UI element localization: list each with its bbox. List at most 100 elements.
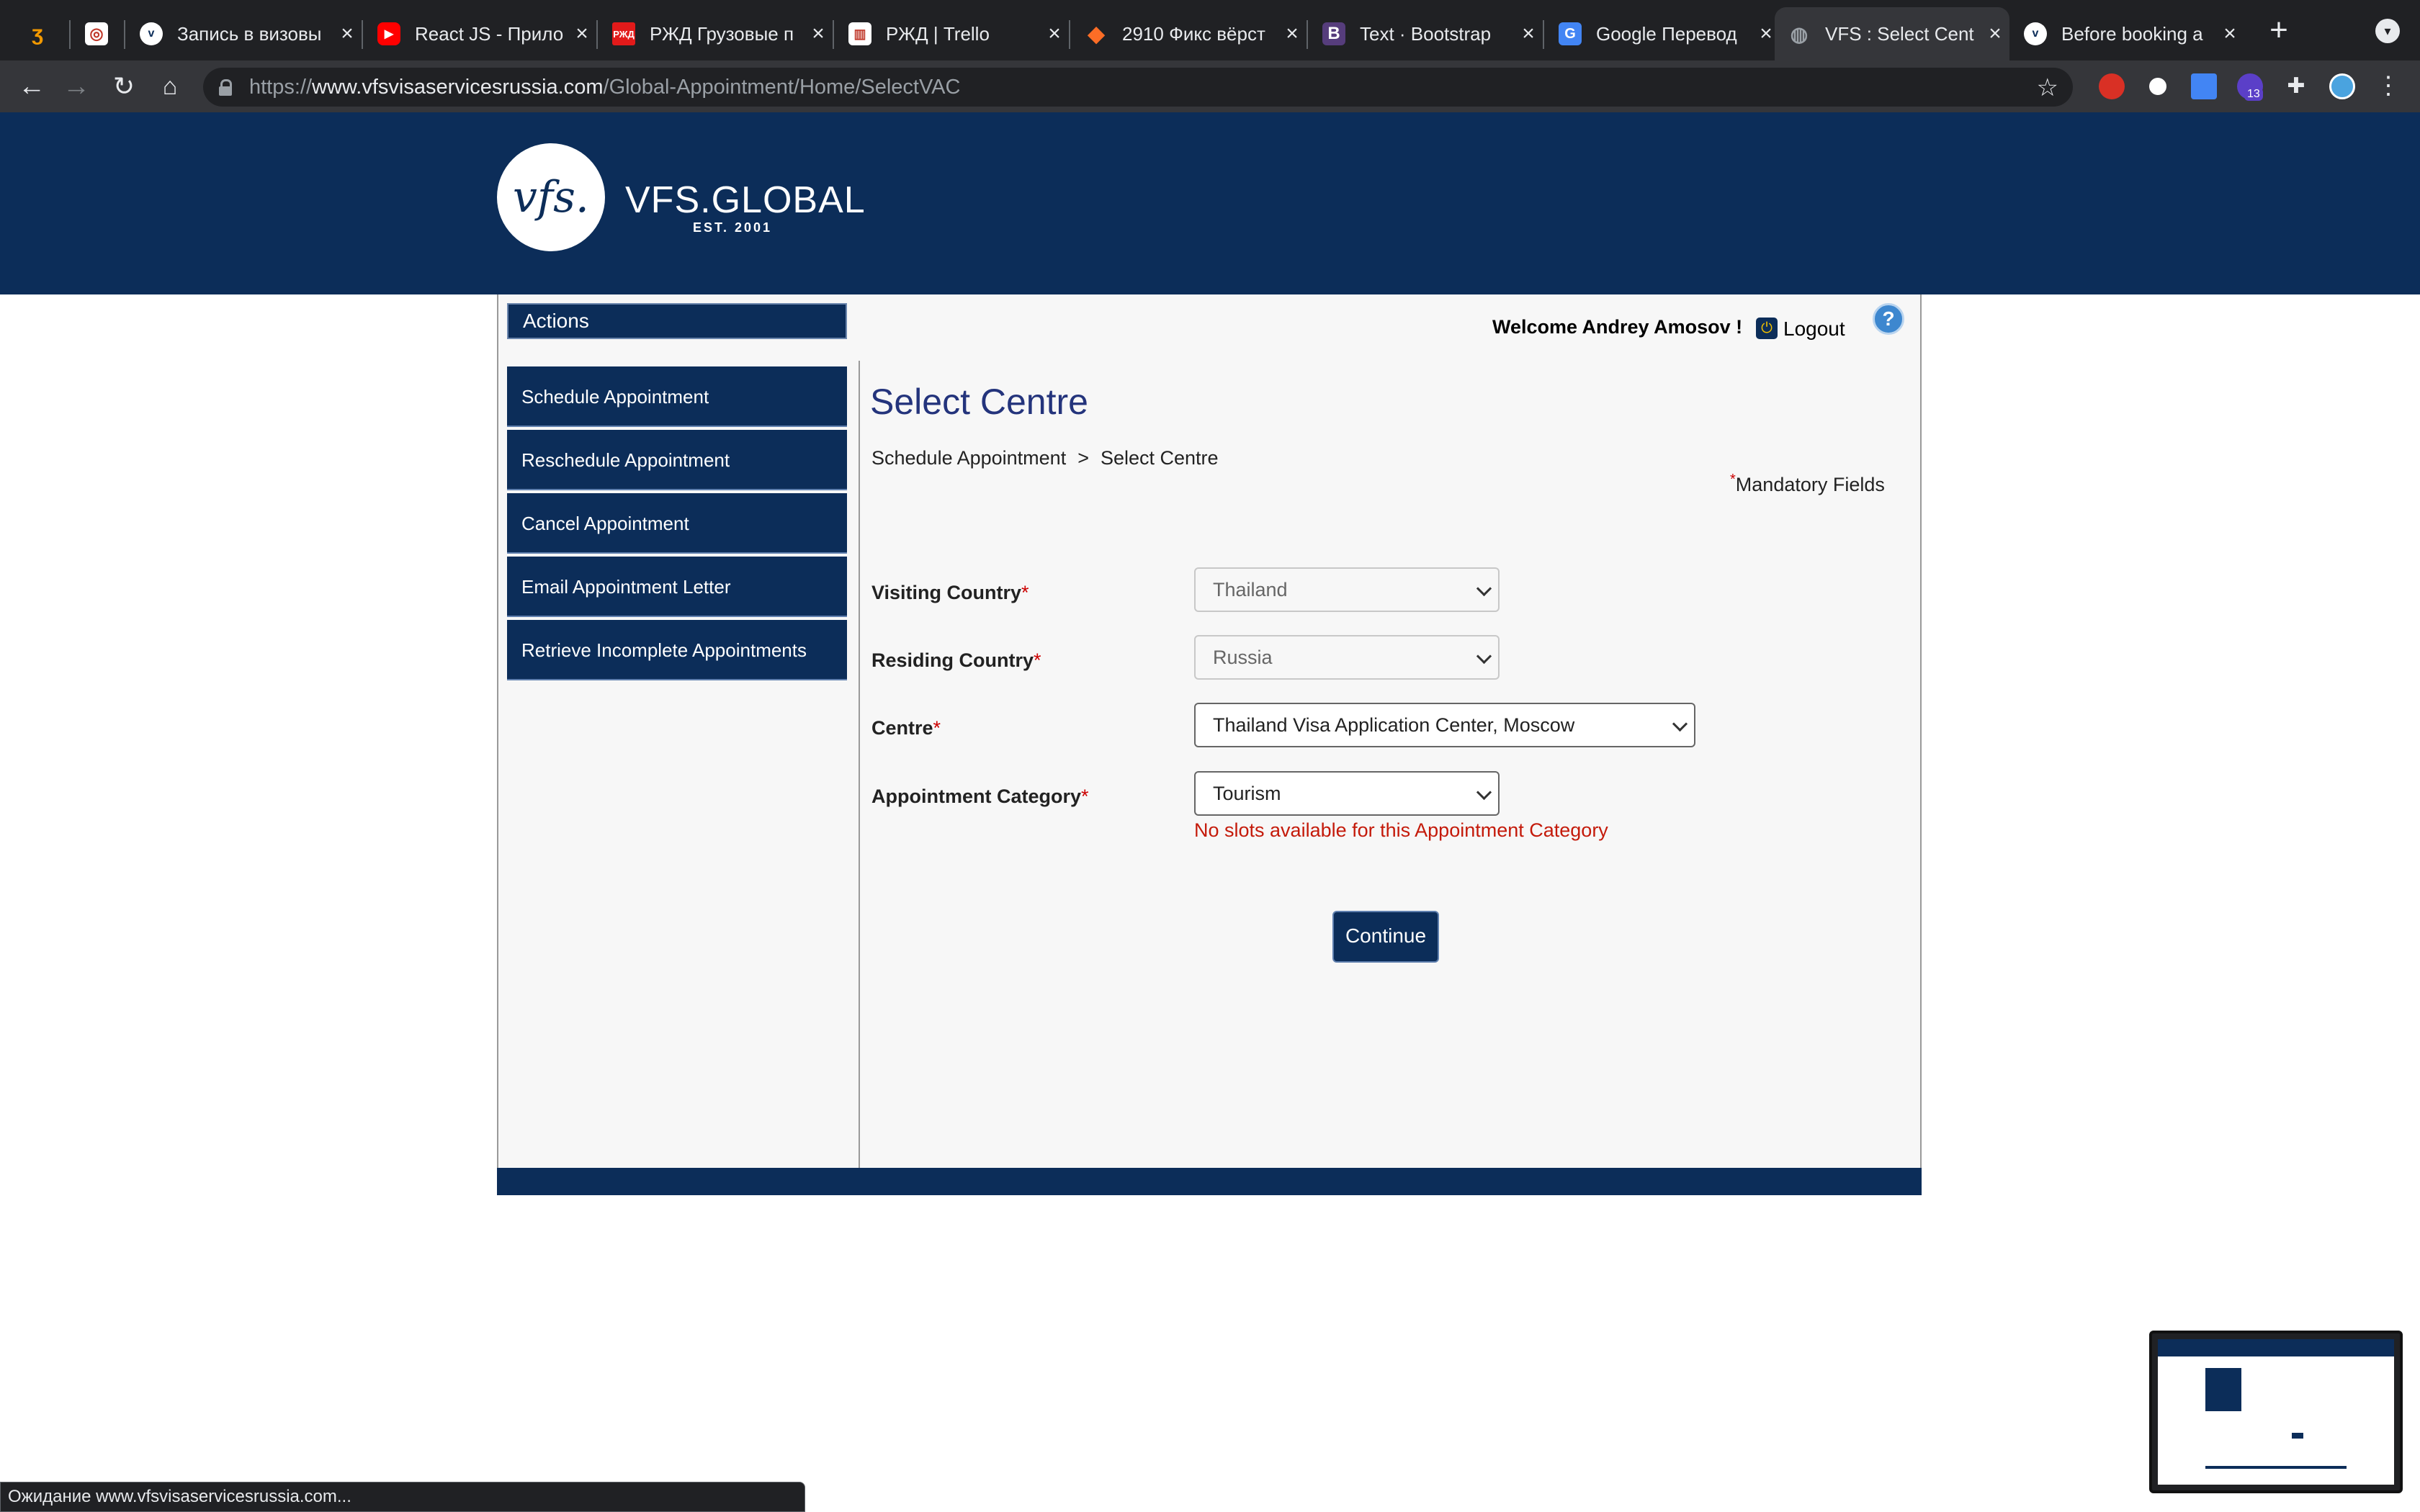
browser-tab[interactable]: РЖД РЖД Грузовые п × bbox=[599, 7, 833, 60]
tab-title: 2910 Фикс вёрст bbox=[1122, 22, 1265, 45]
browser-tab[interactable]: ◎ bbox=[72, 7, 122, 60]
bootstrap-icon: B bbox=[1322, 22, 1345, 45]
appointment-category-select[interactable]: Tourism bbox=[1194, 771, 1500, 816]
logo[interactable]: vfs. bbox=[497, 143, 605, 251]
browser-tab[interactable]: B Text · Bootstrap × bbox=[1309, 7, 1543, 60]
extension-badge-icon[interactable]: 13 bbox=[2237, 73, 2263, 101]
youtube-icon: ▶ bbox=[377, 22, 400, 45]
tab-title: Before booking a bbox=[2061, 22, 2203, 45]
close-icon[interactable]: × bbox=[333, 22, 362, 46]
close-icon[interactable]: × bbox=[1514, 22, 1543, 46]
tab-separator bbox=[362, 20, 363, 49]
footer-bar bbox=[497, 1168, 1922, 1195]
close-icon[interactable]: × bbox=[568, 22, 596, 46]
browser-tab[interactable]: ʒ bbox=[13, 7, 58, 60]
breadcrumb-item[interactable]: Schedule Appointment bbox=[871, 447, 1066, 469]
gitlab-icon: ◆ bbox=[1088, 22, 1105, 46]
continue-button[interactable]: Continue bbox=[1332, 911, 1439, 963]
puzzle-icon[interactable]: ✚ bbox=[2283, 73, 2309, 99]
browser-tab[interactable]: ▥ РЖД | Trello × bbox=[835, 7, 1069, 60]
home-icon[interactable]: ⌂ bbox=[153, 69, 187, 104]
screenshot-thumbnail[interactable] bbox=[2149, 1331, 2403, 1493]
browser-tab[interactable]: ◆ 2910 Фикс вёрст × bbox=[1072, 7, 1307, 60]
thumbnail-button bbox=[2292, 1433, 2303, 1439]
sidebar-item-retrieve-incomplete[interactable]: Retrieve Incomplete Appointments bbox=[507, 620, 847, 680]
back-icon[interactable]: ← bbox=[14, 69, 49, 104]
thumbnail-header bbox=[2158, 1339, 2394, 1356]
app-icon: ʒ bbox=[32, 22, 43, 45]
new-tab-button[interactable]: + bbox=[2259, 10, 2299, 50]
logo-est: EST. 2001 bbox=[693, 220, 773, 235]
app-icon-2: ◎ bbox=[85, 22, 108, 45]
trello-icon: ▥ bbox=[848, 22, 871, 45]
visiting-country-label: Visiting Country* bbox=[871, 582, 1029, 603]
tab-title: Text · Bootstrap bbox=[1360, 22, 1492, 45]
logout-link[interactable]: Logout bbox=[1783, 318, 1845, 341]
chevron-down-icon bbox=[1476, 648, 1492, 665]
centre-select[interactable]: Thailand Visa Application Center, Moscow bbox=[1194, 703, 1695, 747]
close-icon[interactable]: × bbox=[1278, 22, 1307, 46]
lock-icon bbox=[219, 79, 232, 96]
site-header: vfs. VFS.GLOBAL EST. 2001 bbox=[0, 112, 2420, 294]
url-text[interactable]: https://www.vfsvisaservicesrussia.com/Gl… bbox=[249, 76, 960, 99]
sidebar-item-cancel[interactable]: Cancel Appointment bbox=[507, 493, 847, 554]
extension-badge-count: 13 bbox=[2244, 88, 2263, 101]
google-translate-icon: G bbox=[1559, 22, 1582, 45]
sidebar-item-reschedule[interactable]: Reschedule Appointment bbox=[507, 430, 847, 490]
avatar[interactable] bbox=[2329, 73, 2355, 99]
browser-tab-active[interactable]: ◍ VFS : Select Cent × bbox=[1775, 7, 2009, 60]
tab-separator bbox=[1543, 20, 1544, 49]
browser-tab[interactable]: v Запись в визовы × bbox=[127, 7, 362, 60]
sidebar-item-email-letter[interactable]: Email Appointment Letter bbox=[507, 557, 847, 617]
forward-icon[interactable]: → bbox=[59, 69, 94, 104]
residing-country-select[interactable]: Russia bbox=[1194, 635, 1500, 680]
appointment-category-label: Appointment Category* bbox=[871, 786, 1089, 807]
bookmark-star-icon[interactable]: ☆ bbox=[2037, 73, 2058, 102]
no-slots-error: No slots available for this Appointment … bbox=[1194, 819, 1608, 841]
tab-title: РЖД | Trello bbox=[886, 22, 990, 45]
breadcrumb: Schedule Appointment > Select Centre bbox=[871, 447, 1219, 469]
divider bbox=[859, 361, 860, 1168]
reload-icon[interactable]: ↻ bbox=[107, 69, 141, 104]
content-frame: Actions Schedule Appointment Reschedule … bbox=[497, 294, 1922, 1168]
thumbnail-sidebar bbox=[2205, 1368, 2241, 1411]
browser-tab[interactable]: ▶ React JS - Прило × bbox=[364, 7, 596, 60]
welcome-text: Welcome Andrey Amosov ! bbox=[1492, 316, 1743, 338]
tab-separator bbox=[1307, 20, 1308, 49]
tab-separator bbox=[69, 20, 71, 49]
power-icon[interactable]: ⏻ bbox=[1756, 318, 1778, 339]
tab-title: РЖД Грузовые п bbox=[650, 22, 794, 45]
close-icon[interactable]: × bbox=[804, 22, 833, 46]
thumbnail-preview bbox=[2158, 1339, 2394, 1485]
close-icon[interactable]: × bbox=[1981, 22, 2009, 46]
sidebar-item-schedule[interactable]: Schedule Appointment bbox=[507, 366, 847, 427]
tab-title: Google Перевод bbox=[1596, 22, 1737, 45]
visiting-country-select[interactable]: Thailand bbox=[1194, 567, 1500, 612]
browser-tab[interactable]: v Before booking a × bbox=[2011, 7, 2244, 60]
extension-dark-icon[interactable] bbox=[2145, 73, 2171, 99]
tab-title: Запись в визовы bbox=[177, 22, 322, 45]
required-marker: * bbox=[1730, 472, 1736, 487]
tab-search-icon[interactable]: ▾ bbox=[2375, 19, 2400, 43]
tab-separator bbox=[1069, 20, 1070, 49]
centre-label: Centre* bbox=[871, 717, 941, 739]
menu-icon[interactable]: ⋮ bbox=[2375, 73, 2401, 99]
chevron-down-icon bbox=[1476, 784, 1492, 801]
extension-translate-icon[interactable] bbox=[2191, 73, 2217, 99]
tab-separator bbox=[124, 20, 125, 49]
status-bar: Ожидание www.vfsvisaservicesrussia.com..… bbox=[0, 1482, 805, 1512]
tab-separator bbox=[833, 20, 834, 49]
globe-icon: ◍ bbox=[1790, 22, 1809, 45]
mandatory-note: *Mandatory Fields bbox=[1730, 472, 1885, 495]
close-icon[interactable]: × bbox=[1040, 22, 1069, 46]
browser-tab[interactable]: G Google Перевод × bbox=[1546, 7, 1780, 60]
breadcrumb-separator: > bbox=[1077, 447, 1089, 469]
tab-title: VFS : Select Cent bbox=[1825, 22, 1974, 45]
residing-country-label: Residing Country* bbox=[871, 649, 1041, 671]
close-icon[interactable]: × bbox=[2215, 22, 2244, 46]
breadcrumb-current: Select Centre bbox=[1100, 447, 1219, 469]
address-bar[interactable]: https://www.vfsvisaservicesrussia.com/Gl… bbox=[203, 68, 2073, 107]
help-icon[interactable]: ? bbox=[1873, 303, 1904, 335]
browser-toolbar: ← → ↻ ⌂ https://www.vfsvisaservicesrussi… bbox=[0, 60, 2420, 112]
extension-adblock-icon[interactable] bbox=[2099, 73, 2125, 99]
